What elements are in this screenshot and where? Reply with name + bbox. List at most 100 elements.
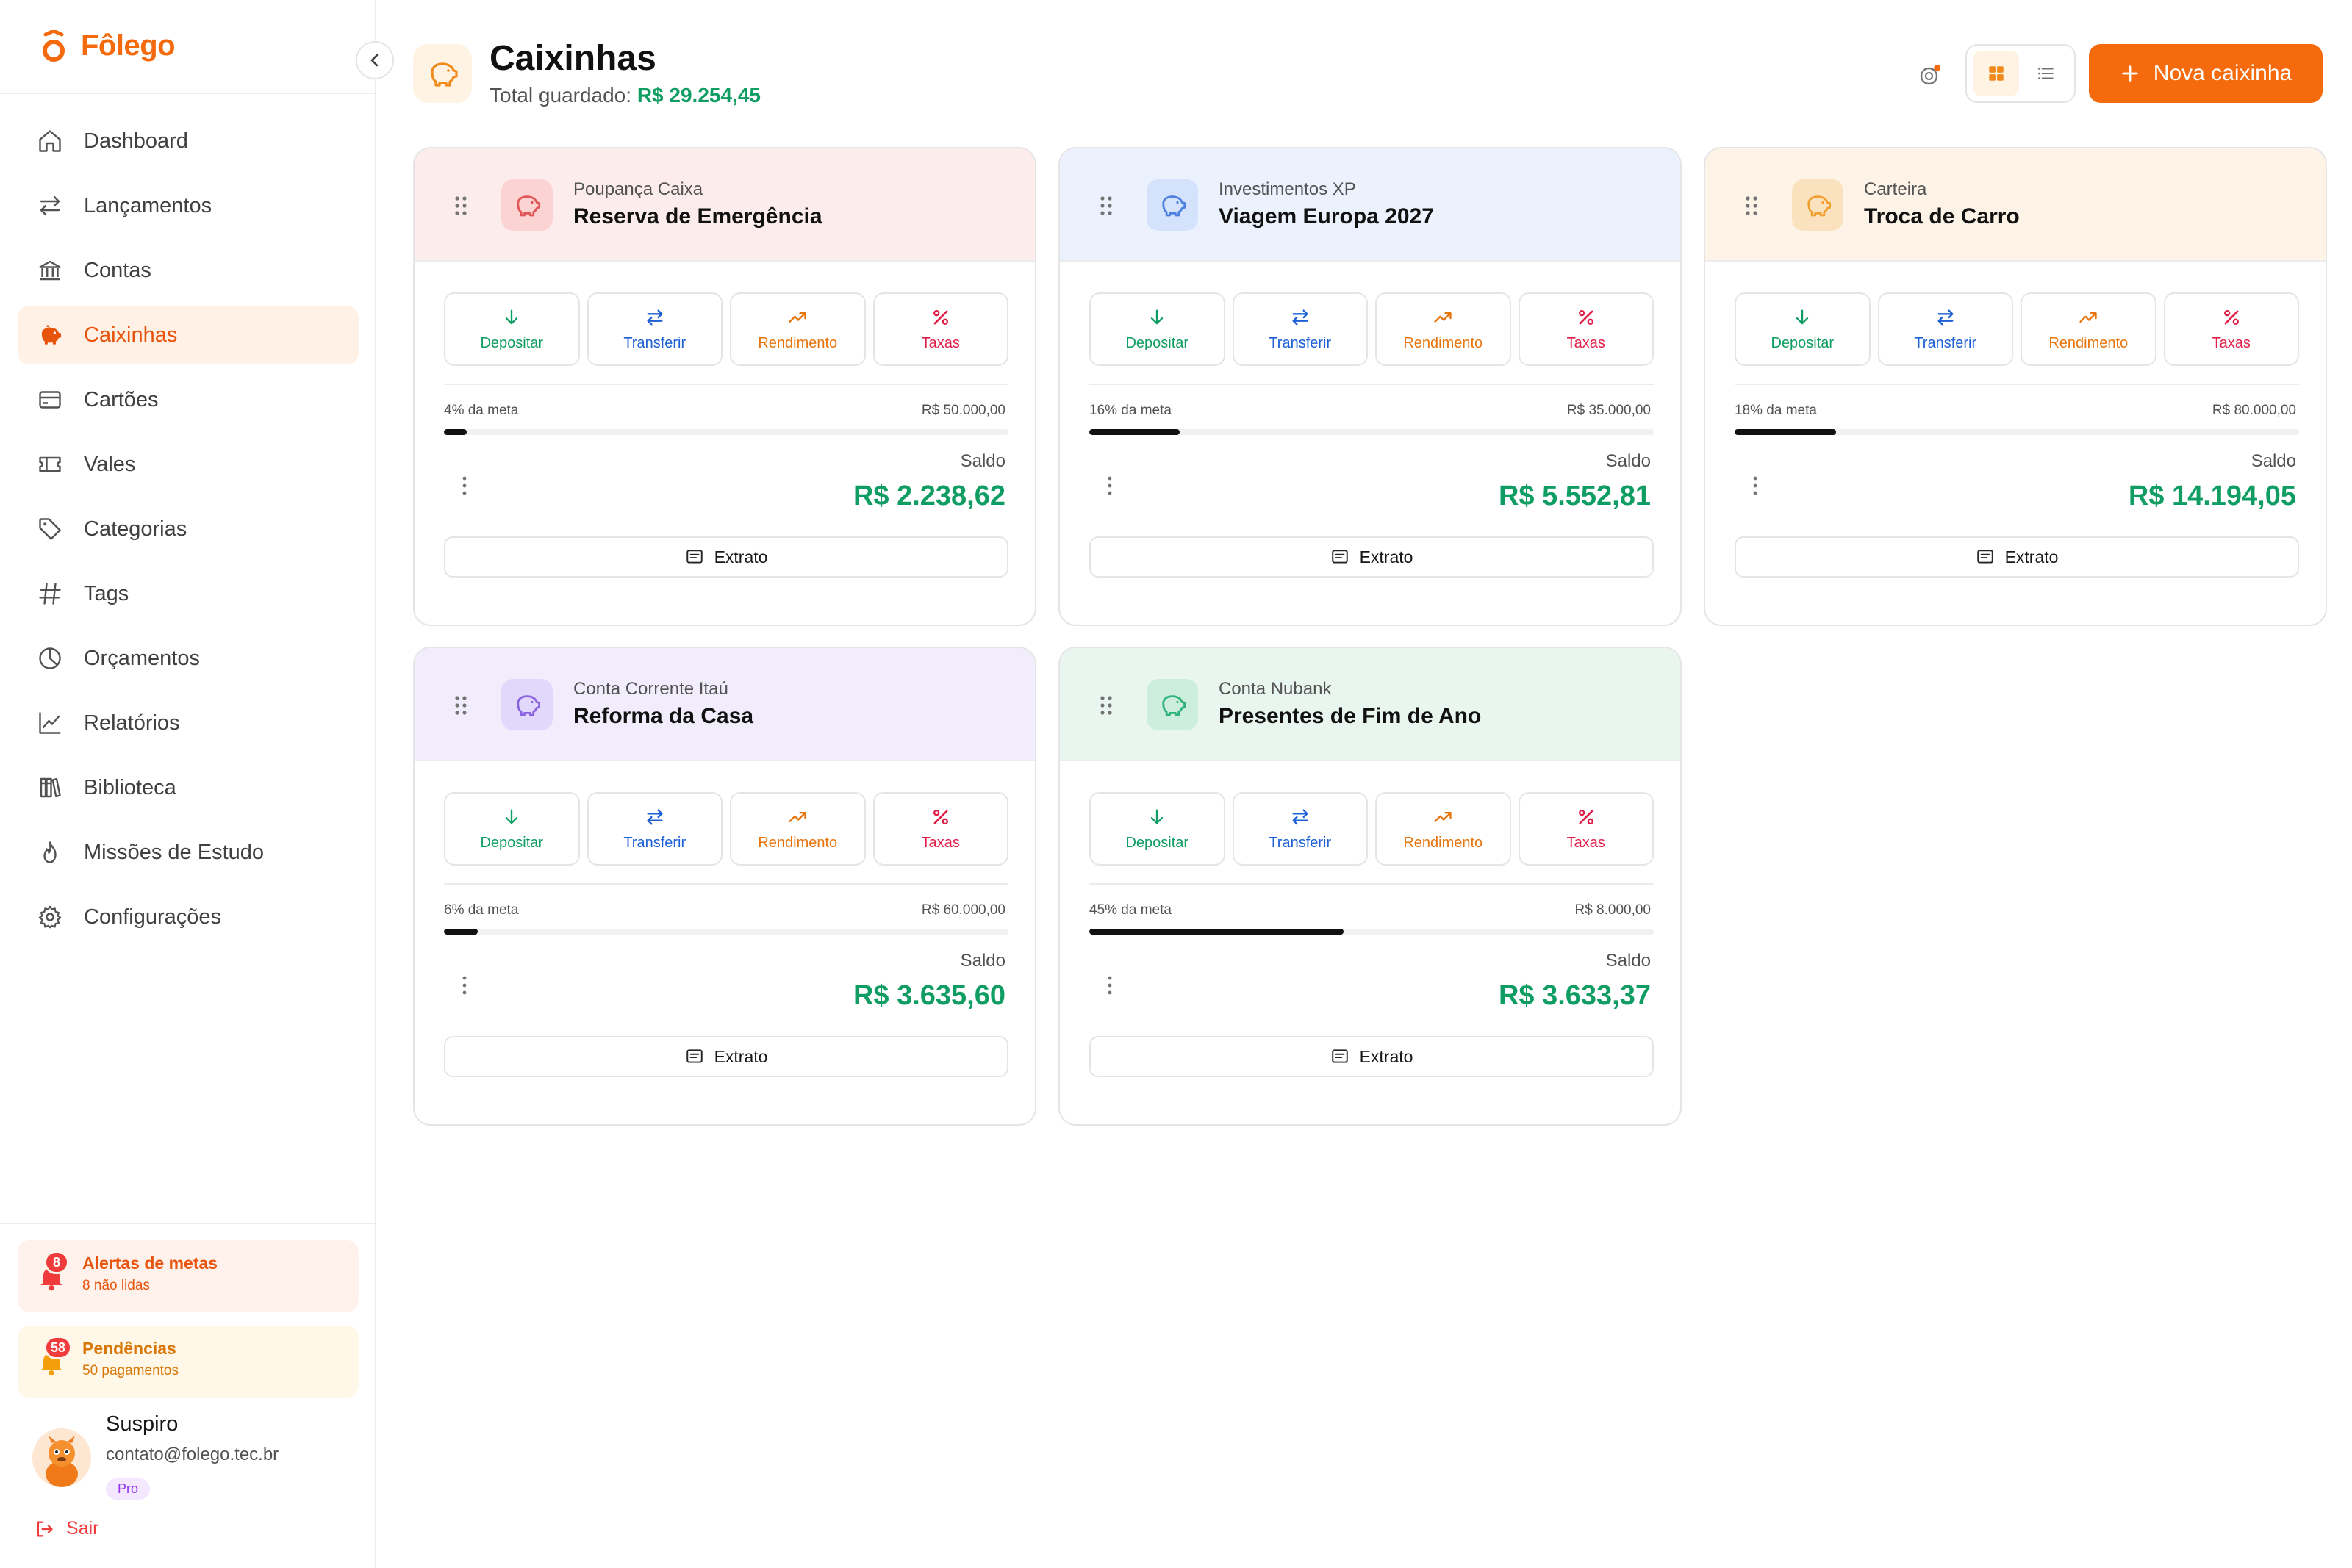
home-icon bbox=[35, 126, 65, 156]
transfer-button[interactable]: Transferir bbox=[1232, 792, 1368, 866]
percent-icon bbox=[1578, 809, 1593, 824]
sidebar-item-biblioteca[interactable]: Biblioteca bbox=[18, 758, 359, 817]
yield-button[interactable]: Rendimento bbox=[1375, 792, 1511, 866]
sidebar-item-caixinhas[interactable]: Caixinhas bbox=[18, 306, 359, 364]
goal-progress-bar bbox=[444, 929, 1008, 935]
yield-label: Rendimento bbox=[1403, 834, 1483, 851]
deposit-button[interactable]: Depositar bbox=[1089, 792, 1225, 866]
goal-amount: R$ 35.000,00 bbox=[1566, 403, 1651, 418]
goal-amount: R$ 80.000,00 bbox=[2212, 403, 2296, 418]
box-icon bbox=[501, 179, 553, 231]
deposit-label: Depositar bbox=[480, 334, 544, 351]
sidebar-item-categorias[interactable]: Categorias bbox=[18, 500, 359, 558]
new-box-button[interactable]: Nova caixinha bbox=[2089, 44, 2323, 103]
deposit-button[interactable]: Depositar bbox=[1735, 292, 1871, 366]
gear-icon bbox=[35, 902, 65, 932]
more-options-icon[interactable] bbox=[1105, 475, 1114, 497]
balance-value: R$ 5.552,81 bbox=[1498, 481, 1651, 511]
drag-handle-icon[interactable] bbox=[1098, 194, 1114, 217]
fees-button[interactable]: Taxas bbox=[1518, 792, 1654, 866]
yield-button[interactable]: Rendimento bbox=[730, 292, 866, 366]
balance-value: R$ 3.635,60 bbox=[853, 980, 1005, 1011]
goal-progress-bar bbox=[444, 429, 1008, 435]
moon-icon bbox=[1920, 64, 1941, 85]
goal-amount: R$ 60.000,00 bbox=[921, 902, 1005, 918]
statement-button[interactable]: Extrato bbox=[444, 1036, 1008, 1077]
deposit-button[interactable]: Depositar bbox=[444, 792, 580, 866]
grid-view-button[interactable] bbox=[1973, 51, 2019, 96]
goal-alerts-count: 8 bbox=[44, 1251, 69, 1274]
logout-icon bbox=[37, 1521, 53, 1536]
deposit-label: Depositar bbox=[1771, 334, 1835, 351]
box-account: Carteira bbox=[1864, 179, 1927, 199]
fees-button[interactable]: Taxas bbox=[872, 792, 1008, 866]
plan-badge: Pro bbox=[106, 1478, 151, 1500]
goal-alerts-card[interactable]: 8 Alertas de metas 8 não lidas bbox=[18, 1240, 359, 1312]
sidebar-item-configuracoes[interactable]: Configurações bbox=[18, 888, 359, 946]
transfer-button[interactable]: Transferir bbox=[587, 792, 723, 866]
sidebar-item-label: Categorias bbox=[84, 517, 187, 541]
drag-handle-icon[interactable] bbox=[453, 694, 469, 717]
transfer-button[interactable]: Transferir bbox=[1877, 292, 2013, 366]
transfer-button[interactable]: Transferir bbox=[1232, 292, 1368, 366]
drag-handle-icon[interactable] bbox=[1743, 194, 1760, 217]
statement-icon bbox=[1331, 1049, 1348, 1063]
fees-label: Taxas bbox=[1566, 834, 1605, 851]
fees-button[interactable]: Taxas bbox=[1518, 292, 1654, 366]
sidebar-item-orcamentos[interactable]: Orçamentos bbox=[18, 629, 359, 688]
piggy-bank-icon bbox=[1807, 195, 1832, 217]
box-icon bbox=[1792, 179, 1843, 231]
statement-button[interactable]: Extrato bbox=[1735, 536, 2299, 578]
fees-button[interactable]: Taxas bbox=[872, 292, 1008, 366]
statement-button[interactable]: Extrato bbox=[1089, 536, 1654, 578]
deposit-button[interactable]: Depositar bbox=[444, 292, 580, 366]
logout-button[interactable]: Sair bbox=[34, 1518, 98, 1539]
statement-button[interactable]: Extrato bbox=[1089, 1036, 1654, 1077]
user-name: Suspiro bbox=[106, 1412, 179, 1436]
box-actions: Depositar Transferir Rendimento Taxas bbox=[1089, 292, 1654, 366]
sidebar-item-missoes[interactable]: Missões de Estudo bbox=[18, 823, 359, 882]
yield-button[interactable]: Rendimento bbox=[1375, 292, 1511, 366]
sidebar-item-lancamentos[interactable]: Lançamentos bbox=[18, 176, 359, 235]
fees-button[interactable]: Taxas bbox=[2163, 292, 2299, 366]
balance-label: Saldo bbox=[960, 951, 1005, 971]
drag-handle-icon[interactable] bbox=[453, 194, 469, 217]
goal-alerts-title: Alertas de metas bbox=[82, 1254, 218, 1273]
sidebar-item-label: Vales bbox=[84, 452, 136, 476]
more-options-icon[interactable] bbox=[460, 475, 469, 497]
pending-payments-card[interactable]: 58 Pendências 50 pagamentos bbox=[18, 1326, 359, 1398]
statement-label: Extrato bbox=[1359, 1046, 1413, 1066]
box-account: Poupança Caixa bbox=[573, 179, 703, 199]
yield-button[interactable]: Rendimento bbox=[730, 792, 866, 866]
sidebar-item-cartoes[interactable]: Cartões bbox=[18, 370, 359, 429]
ticket-icon bbox=[35, 450, 65, 479]
sidebar-item-vales[interactable]: Vales bbox=[18, 435, 359, 494]
more-options-icon[interactable] bbox=[460, 974, 469, 996]
sidebar: Fôlego Dashboard Lançamentos Contas Caix… bbox=[0, 0, 394, 1568]
collapse-sidebar-button[interactable] bbox=[356, 41, 394, 79]
theme-toggle-button[interactable] bbox=[1914, 59, 1946, 91]
brand[interactable]: Fôlego bbox=[40, 29, 176, 62]
piggy-bank-icon bbox=[35, 320, 65, 350]
logo-icon bbox=[43, 29, 65, 62]
balance-label: Saldo bbox=[1605, 451, 1651, 471]
sidebar-item-tags[interactable]: Tags bbox=[18, 564, 359, 623]
yield-button[interactable]: Rendimento bbox=[2021, 292, 2156, 366]
sidebar-item-contas[interactable]: Contas bbox=[18, 241, 359, 300]
user-profile[interactable]: Suspiro contato@folego.tec.br Pro bbox=[32, 1411, 356, 1506]
yield-label: Rendimento bbox=[1403, 334, 1483, 351]
more-options-icon[interactable] bbox=[1751, 475, 1760, 497]
deposit-button[interactable]: Depositar bbox=[1089, 292, 1225, 366]
drag-handle-icon[interactable] bbox=[1098, 694, 1114, 717]
transfer-button[interactable]: Transferir bbox=[587, 292, 723, 366]
statement-button[interactable]: Extrato bbox=[444, 536, 1008, 578]
balance-value: R$ 2.238,62 bbox=[853, 481, 1005, 511]
sidebar-item-dashboard[interactable]: Dashboard bbox=[18, 112, 359, 170]
sidebar-item-label: Tags bbox=[84, 581, 129, 605]
goal-progress-fill bbox=[1089, 929, 1344, 935]
list-view-button[interactable] bbox=[2022, 51, 2068, 96]
sidebar-item-relatorios[interactable]: Relatórios bbox=[18, 694, 359, 752]
yield-label: Rendimento bbox=[758, 334, 838, 351]
more-options-icon[interactable] bbox=[1105, 974, 1114, 996]
goal-progress-bar bbox=[1089, 429, 1654, 435]
